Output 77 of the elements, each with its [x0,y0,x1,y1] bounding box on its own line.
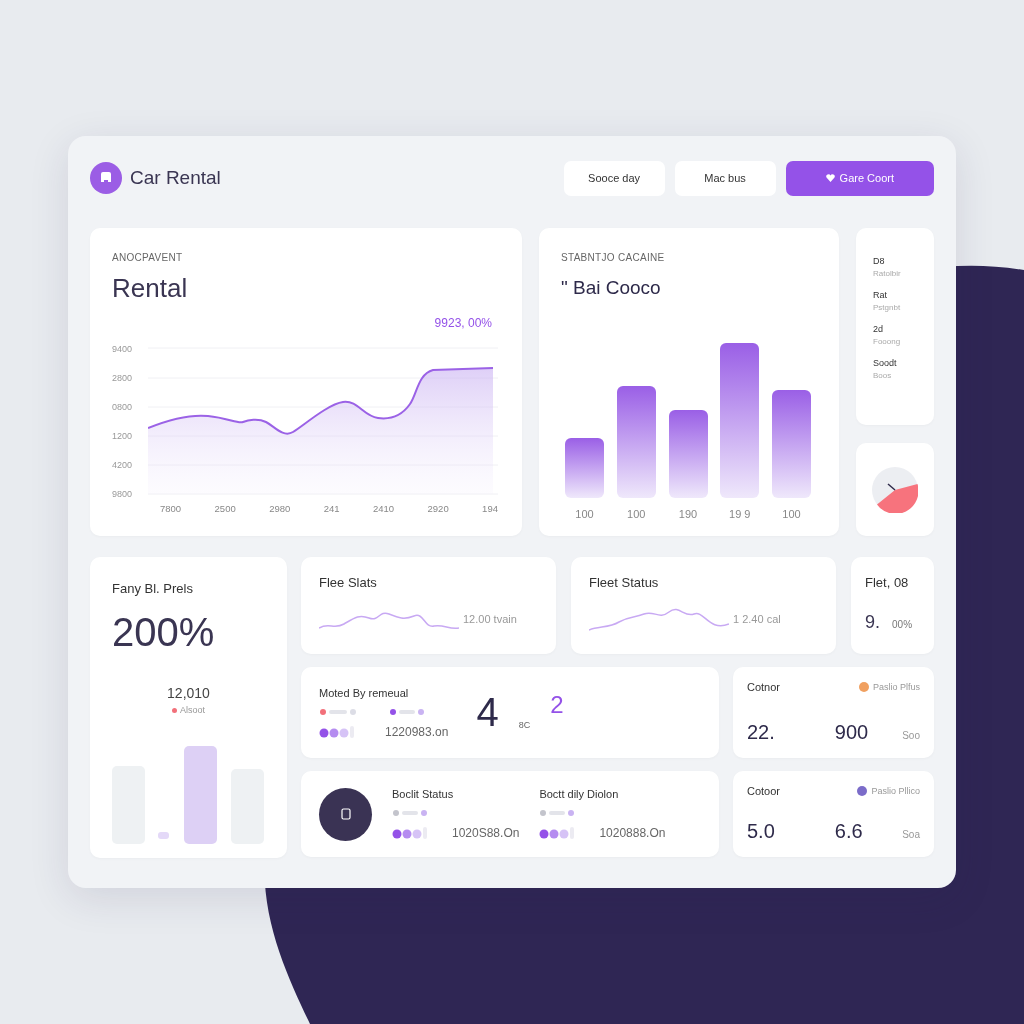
axis-label: 2980 [269,503,291,514]
axis-label: 0800 [112,402,134,412]
card-title: Rental [112,273,189,304]
bar-label: 100 [627,508,646,520]
stat-note: Alsoot [180,705,205,715]
fleet-reading: 12.00 tvain [463,613,517,625]
card-overline: ANOCPAVENT [112,252,184,263]
number-unit: 8C [518,720,531,730]
accent-number: 2 [550,691,564,719]
card-overline: STABNTJO CACAINE [561,252,666,263]
summary-title: 2d [873,324,884,334]
header-button[interactable]: Sooce day [563,160,665,196]
car-icon [90,162,122,194]
status-reading: 1020888.On [599,826,666,840]
status-reading: 1020S88.On [452,826,520,840]
metric-value: 900 [834,721,869,744]
highlight-value: 9923, 00% [434,316,492,330]
header-button[interactable]: Gare Coort [785,160,934,196]
bar-label: 190 [678,508,698,520]
axis-label: 2920 [427,503,449,514]
summary-subtitle: Fooong [873,337,902,346]
bar [565,438,604,498]
axis-label: 4200 [112,460,134,470]
card-title: Flet, 08 [865,575,910,590]
axis-label: 7800 [160,503,182,514]
summary-subtitle: Boos [873,371,893,380]
avatar-icon [857,786,868,796]
indicator-icon [319,706,359,717]
card-title: Fleet Status [589,575,660,590]
progress-dots-icon [539,826,576,840]
summary-value: 9. [865,612,880,633]
metric-legend: Paslio Plfus [872,682,920,692]
progress-dots-icon [392,826,428,840]
bar-label: 100 [575,508,594,520]
summary-title: Rat [873,290,888,300]
summary-unit: 00% [892,619,913,630]
axis-label: 1200 [112,431,134,441]
metric-label: Cotnor [747,681,781,693]
summary-subtitle: Pstgnbt [873,303,902,312]
fleet-reading: 1 2.40 cal [733,613,781,625]
axis-label: 2800 [112,373,134,383]
bar-label: 100 [782,508,801,520]
app-title: Car Rental [130,167,221,189]
card-title: " Bai Cooco [561,277,662,299]
big-number: 4 [476,690,499,735]
summary-title: Soodt [873,358,898,368]
axis-label: 9400 [112,344,134,354]
status-title: Boclit Status [392,788,455,800]
axis-label: 2410 [372,503,395,514]
metric-value: 6.6 [834,820,863,843]
card-title: Flee Slats [319,575,378,590]
header-button[interactable]: Mac bus [674,160,776,196]
bar-label: 19 9 [729,508,751,520]
metric-value: 5.0 [747,820,775,843]
axis-label: 194 [482,503,498,514]
axis-label: 9800 [112,489,134,499]
progress-dots-icon [319,724,355,739]
metric-label: Cotoor [747,785,781,797]
metric-value: 22. [747,721,775,744]
booking-reading: 1220983.on [385,724,449,739]
metric-unit: Soa [902,829,920,840]
stat-subvalue: 12,010 [166,685,211,701]
pie-chart-drawing [872,466,918,513]
summary-title: D8 [873,256,886,266]
metric-legend: Paslio Pllico [871,786,920,796]
avatar-icon [858,682,869,692]
stat-label: Fany Bl. Prels [112,581,194,596]
status-icon [319,787,372,841]
stat-value: 200% [112,610,216,655]
metric-unit: Soo [902,730,920,741]
axis-label: 2500 [214,503,236,514]
status-title: Boctt dily Diolon [539,788,620,800]
summary-subtitle: Ratolbir [873,269,902,278]
heart-icon [825,174,835,182]
axis-label: 241 [323,503,340,514]
card-title: Moted By remeual [319,686,410,699]
dot-icon [172,707,177,713]
